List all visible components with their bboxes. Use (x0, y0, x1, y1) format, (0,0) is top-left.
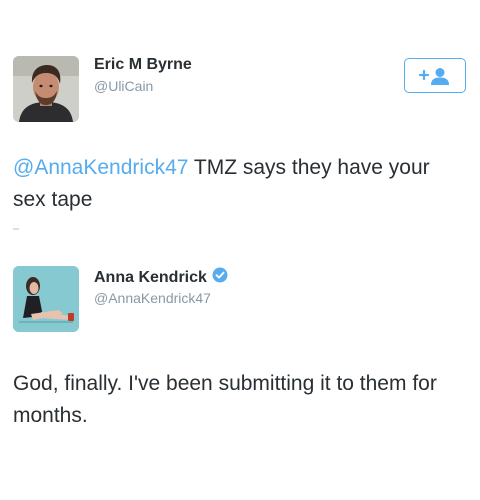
user-handle[interactable]: @AnnaKendrick47 (94, 290, 211, 306)
avatar[interactable] (13, 266, 79, 332)
display-name[interactable]: Eric M Byrne (94, 56, 192, 74)
tweet-anna-kendrick: Anna Kendrick @AnnaKendrick47 God, final… (0, 240, 480, 500)
person-photo-icon (13, 56, 79, 122)
add-user-icon (418, 67, 449, 85)
divider (13, 228, 19, 230)
follow-button[interactable] (404, 58, 466, 93)
tweet-eric-byrne: Eric M Byrne @UliCain @AnnaKendrick47 TM… (0, 0, 480, 240)
tweet-text: @AnnaKendrick47 TMZ says they have your … (13, 152, 463, 216)
verified-badge-icon (212, 267, 228, 288)
mention-link[interactable]: @AnnaKendrick47 (13, 156, 188, 179)
person-photo-icon (13, 266, 79, 332)
display-name[interactable]: Anna Kendrick (94, 267, 228, 288)
tweet-text: God, finally. I've been submitting it to… (13, 372, 437, 427)
user-handle[interactable]: @UliCain (94, 78, 153, 94)
display-name-label[interactable]: Anna Kendrick (94, 269, 207, 286)
avatar[interactable] (13, 56, 79, 122)
